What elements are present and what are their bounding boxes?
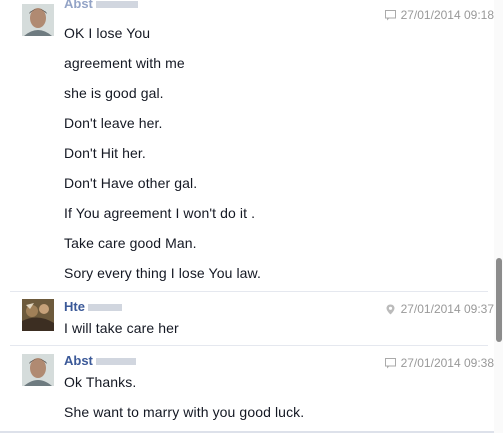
message-text: If You agreement I won't do it .	[64, 205, 256, 221]
sender-name[interactable]: Hte	[64, 299, 122, 315]
message-text: Ok Thanks.	[64, 374, 137, 390]
chat-icon	[384, 357, 396, 368]
location-pin-icon	[386, 304, 395, 314]
message-text: Take care good Man.	[64, 235, 197, 251]
message-text: I will take care her	[64, 320, 179, 336]
message-text: agreement with me	[64, 55, 185, 71]
message-text: Don't leave her.	[64, 115, 163, 131]
scrollbar-thumb[interactable]	[496, 258, 502, 342]
message-group: Hte 27/01/2014 09:37 I will take care he…	[0, 292, 494, 345]
message-thread: Abst 27/01/2014 09:18 OK I lose You agre…	[0, 0, 494, 433]
message-text: Don't Have other gal.	[64, 175, 198, 191]
avatar[interactable]	[22, 4, 54, 36]
message-text: She want to marry with you good luck.	[64, 404, 305, 420]
sender-name[interactable]: Abst	[64, 353, 136, 369]
message-text: she is good gal.	[64, 85, 164, 101]
message-text: Sory every thing I lose You law.	[64, 265, 261, 281]
message-group: Abst 27/01/2014 09:38 Ok Thanks. She wan…	[0, 346, 494, 433]
message-timestamp: 27/01/2014 09:37	[385, 302, 494, 316]
person-photo-icon	[22, 299, 54, 331]
sender-name[interactable]: Abst	[64, 0, 138, 12]
message-timestamp: 27/01/2014 09:38	[384, 356, 494, 370]
message-group: Abst 27/01/2014 09:18 OK I lose You agre…	[0, 0, 494, 292]
person-photo-icon	[22, 4, 54, 36]
avatar[interactable]	[22, 299, 54, 331]
message-text: OK I lose You	[64, 25, 151, 41]
chat-icon	[384, 9, 396, 20]
message-timestamp: 27/01/2014 09:18	[384, 8, 494, 22]
person-photo-icon	[22, 354, 54, 386]
avatar[interactable]	[22, 354, 54, 386]
message-text: Don't Hit her.	[64, 145, 146, 161]
scrollbar[interactable]	[494, 0, 503, 433]
